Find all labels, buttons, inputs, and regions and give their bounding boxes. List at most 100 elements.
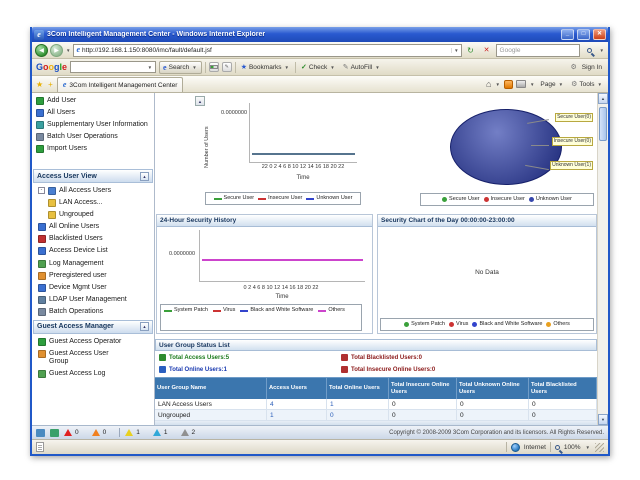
- pagerank-icon[interactable]: [209, 62, 219, 72]
- alarm-warning[interactable]: 1: [153, 429, 168, 436]
- alarm-minor[interactable]: 1: [125, 429, 140, 436]
- sidebar-item-access-device-list[interactable]: Access Device List: [32, 245, 154, 257]
- print-dropdown-icon[interactable]: ▼: [529, 82, 535, 87]
- scroll-up-icon[interactable]: ▲: [195, 96, 205, 106]
- sidebar-item-device-mgmt-user[interactable]: Device Mgmt User: [32, 282, 154, 294]
- sidebar-item-batch-operations[interactable]: Batch Operations: [32, 306, 154, 318]
- virus-line-swatch: [213, 310, 221, 312]
- recent-pages-dropdown-icon[interactable]: ▼: [65, 48, 71, 53]
- tree-collapse-icon[interactable]: -: [38, 187, 45, 194]
- cell-access-users-link[interactable]: 1: [267, 410, 327, 421]
- scrollbar-up-arrow[interactable]: ▲: [598, 93, 608, 104]
- sign-in-button[interactable]: Sign In: [580, 61, 604, 74]
- autofill-button[interactable]: ✎ AutoFill ▼: [341, 61, 383, 74]
- preregistered-user-icon: [38, 272, 46, 280]
- search-icon[interactable]: [582, 44, 597, 57]
- home-dropdown-icon[interactable]: ▼: [494, 82, 500, 87]
- autolink-icon[interactable]: ✎: [222, 62, 232, 72]
- title-bar[interactable]: e 3Com Intelligent Management Center - W…: [32, 27, 608, 42]
- alarm-info[interactable]: 2: [181, 429, 196, 436]
- sidebar-item-ungrouped[interactable]: Ungrouped: [32, 209, 154, 221]
- column-header[interactable]: Total Online Users: [327, 377, 389, 399]
- sidebar-item-guest-access-operator[interactable]: Guest Access Operator: [32, 336, 154, 348]
- sidebar-item-all-users[interactable]: All Users: [32, 107, 154, 119]
- access-users-folder-icon: [48, 187, 56, 195]
- collapse-panel-icon[interactable]: ▲: [140, 322, 149, 331]
- stop-button[interactable]: ✕: [480, 44, 494, 57]
- security-history-title: 24-Hour Security History: [157, 215, 372, 227]
- access-users-icon: [159, 354, 166, 361]
- google-search-input[interactable]: ▼: [70, 61, 156, 73]
- page-scrollbar[interactable]: ▲ ▼: [597, 93, 608, 425]
- sidebar-item-import-users[interactable]: Import Users: [32, 143, 154, 155]
- cell-online-users-link[interactable]: 1: [327, 399, 389, 410]
- panel-header-access-user-view[interactable]: Access User View ▲: [33, 169, 153, 183]
- home-icon[interactable]: ⌂: [486, 79, 491, 89]
- sidebar-item-blacklisted-users[interactable]: Blacklisted Users: [32, 233, 154, 245]
- zoom-level[interactable]: 100%: [564, 444, 581, 451]
- google-logo: G o o g l e: [36, 62, 67, 72]
- google-search-dropdown-icon[interactable]: ▼: [147, 65, 153, 70]
- column-header[interactable]: Total Blacklisted Users: [529, 377, 597, 399]
- forward-button[interactable]: ▶: [50, 44, 63, 57]
- page-menu-button[interactable]: Page ▼: [538, 78, 566, 91]
- alarm-major[interactable]: 0: [92, 429, 107, 436]
- print-icon[interactable]: [516, 80, 526, 88]
- sidebar-item-ldap-user-management[interactable]: LDAP User Management: [32, 294, 154, 306]
- scrollbar-down-arrow[interactable]: ▼: [598, 414, 608, 425]
- column-header[interactable]: Access Users: [267, 377, 327, 399]
- sidebar-item-all-access-users[interactable]: - All Access Users: [32, 185, 154, 197]
- check-button[interactable]: ✓ Check ▼: [299, 61, 338, 74]
- trend-x-ticks: 22 0 2 4 6 8 10 12 14 16 18 20 22: [239, 165, 367, 171]
- alarm-critical[interactable]: 0: [64, 429, 79, 436]
- cell-online-users-link[interactable]: 0: [327, 410, 389, 421]
- scrollbar-thumb[interactable]: [599, 107, 607, 141]
- add-favorite-button[interactable]: +: [47, 77, 54, 91]
- close-button[interactable]: ✕: [593, 29, 606, 40]
- panel-header-guest-access-manager[interactable]: Guest Access Manager ▲: [33, 320, 153, 334]
- sidebar-item-log-management[interactable]: Log Management: [32, 258, 154, 270]
- address-bar[interactable]: e http://192.168.1.150:8080/imc/fault/de…: [73, 44, 461, 57]
- refresh-button[interactable]: ↻: [464, 44, 478, 57]
- batch-operations-icon: [36, 133, 44, 141]
- sidebar-item-lan-access[interactable]: LAN Access...: [32, 197, 154, 209]
- search-input[interactable]: Google: [496, 44, 580, 57]
- back-button[interactable]: ◀: [35, 44, 48, 57]
- toolbar-settings-wrench-icon[interactable]: ⚙: [570, 63, 576, 71]
- rss-feed-icon[interactable]: [504, 80, 513, 89]
- minimize-button[interactable]: _: [561, 29, 574, 40]
- search-provider-dropdown-icon[interactable]: ▼: [599, 48, 605, 53]
- page-content: Add User All Users Supplementary User In…: [32, 93, 608, 425]
- tools-menu-button[interactable]: ⚙ Tools ▼: [569, 78, 605, 91]
- sidebar-item-guest-access-user-group[interactable]: Guest Access User Group: [32, 348, 154, 368]
- sidebar-item-batch-user-operations[interactable]: Batch User Operations: [32, 131, 154, 143]
- collapse-panel-icon[interactable]: ▲: [140, 172, 149, 181]
- cell-group-name: Ungrouped: [155, 410, 267, 421]
- sidebar-item-preregistered-user[interactable]: Preregistered user: [32, 270, 154, 282]
- insecure-users-icon: [341, 366, 348, 373]
- device-user-icon: [38, 284, 46, 292]
- sidebar-item-add-user[interactable]: Add User: [32, 95, 154, 107]
- column-header[interactable]: Total Insecure Online Users: [389, 377, 457, 399]
- minor-alarm-icon: [125, 429, 133, 436]
- network-device-icon[interactable]: [36, 429, 45, 437]
- terminal-icon[interactable]: [50, 429, 59, 437]
- address-dropdown-icon[interactable]: ▼: [451, 48, 458, 53]
- favorites-center-button[interactable]: ★: [35, 77, 44, 91]
- batch-ops-icon: [38, 308, 46, 316]
- sidebar-item-all-online-users[interactable]: All Online Users: [32, 221, 154, 233]
- zoom-dropdown-icon[interactable]: ▼: [585, 445, 591, 450]
- zoom-icon[interactable]: [555, 445, 560, 450]
- column-header[interactable]: User Group Name: [155, 377, 267, 399]
- address-url[interactable]: http://192.168.1.150:8080/imc/fault/defa…: [82, 47, 212, 54]
- maximize-button[interactable]: □: [577, 29, 590, 40]
- bw-software-dot: [472, 322, 477, 327]
- resize-grip[interactable]: [595, 443, 604, 452]
- sidebar-item-guest-access-log[interactable]: Guest Access Log: [32, 368, 154, 380]
- bookmarks-button[interactable]: ★ Bookmarks ▼: [239, 61, 292, 74]
- cell-access-users-link[interactable]: 4: [267, 399, 327, 410]
- tab-3com-imc[interactable]: e 3Com Intelligent Management Center: [57, 77, 184, 92]
- google-search-button[interactable]: e Search ▼: [159, 61, 202, 74]
- column-header[interactable]: Total Unknown Online Users: [457, 377, 529, 399]
- sidebar-item-supplementary-user-info[interactable]: Supplementary User Information: [32, 119, 154, 131]
